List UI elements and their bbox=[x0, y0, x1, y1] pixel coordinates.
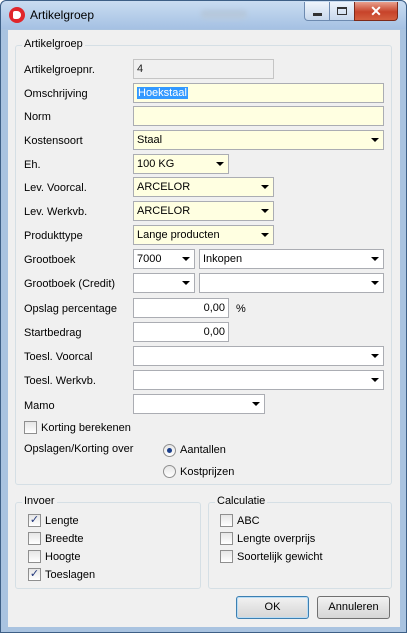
lev-voorcal-value: ARCELOR bbox=[137, 181, 191, 193]
grootboek-label: Grootboek bbox=[24, 254, 76, 266]
grootboek-omschrijving-dropdown[interactable]: Inkopen bbox=[199, 249, 384, 269]
artikelgroep-legend: Artikelgroep bbox=[22, 38, 85, 50]
produkttype-dropdown[interactable]: Lange producten bbox=[133, 225, 274, 245]
lengte-label: Lengte bbox=[45, 515, 79, 527]
chevron-down-icon bbox=[216, 162, 224, 166]
toesl-werkvb-dropdown[interactable] bbox=[133, 370, 384, 390]
title-bar[interactable]: Artikelgroep ✕ bbox=[1, 1, 406, 29]
toesl-werkvb-label: Toesl. Werkvb. bbox=[24, 375, 96, 387]
grootboek-value: 7000 bbox=[137, 253, 162, 265]
korting-berekenen-label: Korting berekenen bbox=[41, 422, 131, 434]
lev-werkvb-dropdown[interactable]: ARCELOR bbox=[133, 201, 274, 221]
kostensoort-dropdown[interactable]: Staal bbox=[133, 130, 384, 150]
chevron-down-icon bbox=[182, 281, 190, 285]
minimize-button[interactable] bbox=[304, 2, 330, 21]
kostensoort-label: Kostensoort bbox=[24, 135, 83, 147]
lengte-overprijs-checkbox[interactable] bbox=[220, 532, 233, 545]
lev-werkvb-label: Lev. Werkvb. bbox=[24, 206, 88, 218]
aantallen-label: Aantallen bbox=[180, 444, 226, 456]
chevron-down-icon bbox=[371, 138, 379, 142]
toesl-voorcal-dropdown[interactable] bbox=[133, 346, 384, 366]
maximize-icon bbox=[337, 7, 347, 15]
produkttype-label: Produkttype bbox=[24, 230, 83, 242]
mamo-dropdown[interactable] bbox=[133, 394, 265, 414]
breedte-label: Breedte bbox=[45, 533, 84, 545]
invoer-group: Invoer bbox=[15, 495, 201, 589]
startbedrag-input[interactable]: 0,00 bbox=[133, 322, 229, 342]
breedte-checkbox[interactable] bbox=[28, 532, 41, 545]
omschrijving-label: Omschrijving bbox=[24, 88, 88, 100]
ok-button[interactable]: OK bbox=[236, 596, 309, 619]
calculatie-legend: Calculatie bbox=[215, 495, 268, 507]
lev-werkvb-value: ARCELOR bbox=[137, 205, 191, 217]
lev-voorcal-label: Lev. Voorcal. bbox=[24, 182, 87, 194]
invoer-legend: Invoer bbox=[22, 495, 57, 507]
abc-checkbox[interactable] bbox=[220, 514, 233, 527]
opslagen-korting-label: Opslagen/Korting over bbox=[24, 443, 134, 455]
grootboek-credit-dropdown[interactable] bbox=[133, 273, 195, 293]
chevron-down-icon bbox=[371, 378, 379, 382]
soortelijk-gewicht-checkbox[interactable] bbox=[220, 550, 233, 563]
blurred-title-text bbox=[201, 10, 247, 19]
hoogte-label: Hoogte bbox=[45, 551, 81, 563]
startbedrag-label: Startbedrag bbox=[24, 327, 82, 339]
chevron-down-icon bbox=[261, 233, 269, 237]
chevron-down-icon bbox=[261, 185, 269, 189]
aantallen-radio[interactable] bbox=[163, 444, 176, 457]
grootboek-omschrijving-value: Inkopen bbox=[203, 253, 243, 265]
grootboek-dropdown[interactable]: 7000 bbox=[133, 249, 195, 269]
calculatie-group: Calculatie bbox=[208, 495, 392, 589]
opslag-percentage-label: Opslag percentage bbox=[24, 303, 117, 315]
omschrijving-input[interactable]: Hoekstaal bbox=[133, 83, 384, 103]
norm-input[interactable] bbox=[133, 106, 384, 126]
maximize-button[interactable] bbox=[329, 2, 355, 21]
grootboek-credit-label: Grootboek (Credit) bbox=[24, 278, 116, 290]
close-button[interactable]: ✕ bbox=[354, 2, 398, 21]
lengte-overprijs-label: Lengte overprijs bbox=[237, 533, 316, 545]
chevron-down-icon bbox=[252, 402, 260, 406]
percent-unit-label: % bbox=[236, 303, 246, 315]
toeslagen-checkbox[interactable]: ✓ bbox=[28, 568, 41, 581]
soortelijk-gewicht-label: Soortelijk gewicht bbox=[237, 551, 323, 563]
app-logo-icon bbox=[9, 7, 25, 23]
kostensoort-value: Staal bbox=[137, 134, 163, 146]
artikelgroepnr-field: 4 bbox=[133, 59, 274, 79]
artikelgroepnr-label: Artikelgroepnr. bbox=[24, 64, 95, 76]
hoogte-checkbox[interactable] bbox=[28, 550, 41, 563]
window-title: Artikelgroep bbox=[30, 8, 95, 22]
chevron-down-icon bbox=[371, 354, 379, 358]
chevron-down-icon bbox=[371, 281, 379, 285]
eh-dropdown[interactable]: 100 KG bbox=[133, 154, 229, 174]
toesl-voorcal-label: Toesl. Voorcal bbox=[24, 351, 93, 363]
kostprijzen-radio[interactable] bbox=[163, 465, 176, 478]
norm-label: Norm bbox=[24, 111, 51, 123]
chevron-down-icon bbox=[182, 257, 190, 261]
lengte-checkbox[interactable]: ✓ bbox=[28, 514, 41, 527]
opslag-percentage-input[interactable]: 0,00 bbox=[133, 298, 229, 318]
minimize-icon bbox=[312, 12, 322, 16]
omschrijving-value: Hoekstaal bbox=[137, 87, 188, 99]
abc-label: ABC bbox=[237, 515, 260, 527]
close-icon: ✕ bbox=[370, 3, 382, 19]
korting-berekenen-checkbox[interactable] bbox=[24, 421, 37, 434]
mamo-label: Mamo bbox=[24, 400, 55, 412]
kostprijzen-label: Kostprijzen bbox=[180, 466, 235, 478]
eh-value: 100 KG bbox=[137, 158, 175, 170]
grootboek-credit-omschrijving-dropdown[interactable] bbox=[199, 273, 384, 293]
lev-voorcal-dropdown[interactable]: ARCELOR bbox=[133, 177, 274, 197]
produkttype-value: Lange producten bbox=[137, 229, 220, 241]
toeslagen-label: Toeslagen bbox=[45, 569, 96, 581]
dialog-window: Artikelgroep ✕ Artikelgroep Artikelgroep… bbox=[0, 0, 407, 633]
dialog-body: Artikelgroep Artikelgroepnr. 4 Omschrijv… bbox=[8, 30, 400, 627]
chevron-down-icon bbox=[261, 209, 269, 213]
eh-label: Eh. bbox=[24, 159, 41, 171]
cancel-button[interactable]: Annuleren bbox=[317, 596, 390, 619]
chevron-down-icon bbox=[371, 257, 379, 261]
